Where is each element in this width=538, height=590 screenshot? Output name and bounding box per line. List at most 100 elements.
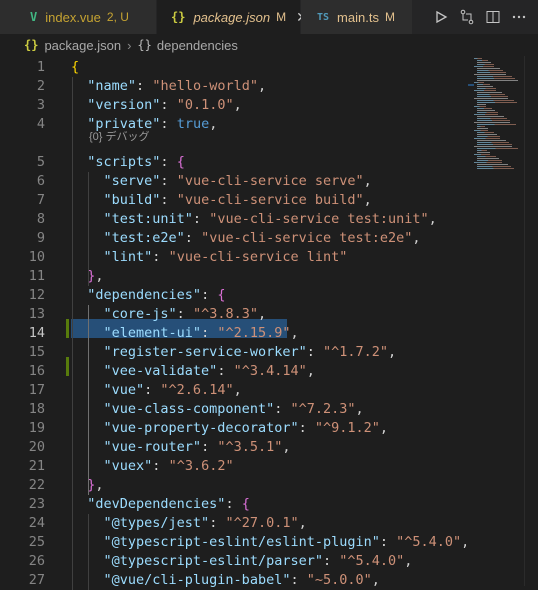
minimap-row — [474, 122, 510, 123]
code-text: "lint": "vue-cli-service lint" — [71, 248, 348, 267]
code-text: "@typescript-eslint/eslint-plugin": "^5.… — [71, 533, 470, 552]
code-line[interactable]: 7 "build": "vue-cli-service build", — [0, 191, 466, 210]
code-line[interactable]: 16 "vee-validate": "^3.4.14", — [0, 362, 466, 381]
code-token: "name" — [87, 78, 137, 94]
code-line[interactable]: 19 "vue-property-decorator": "^9.1.2", — [0, 419, 466, 438]
minimap-row — [477, 96, 508, 97]
code-token: "vue-cli-service build" — [176, 192, 364, 208]
code-token: "@types/jest" — [103, 515, 210, 531]
code-line[interactable]: 15 "register-service-worker": "^1.7.2", — [0, 343, 466, 362]
code-line[interactable]: 5 "scripts": { — [0, 153, 466, 172]
code-line[interactable]: 2 "name": "hello-world", — [0, 77, 466, 96]
code-token: "dependencies" — [87, 287, 202, 303]
code-line[interactable]: 17 "vue": "^2.6.14", — [0, 381, 466, 400]
minimap-row — [474, 130, 488, 131]
code-line[interactable]: 25 "@typescript-eslint/eslint-plugin": "… — [0, 533, 470, 552]
minimap-row — [477, 134, 497, 135]
code-text: "@types/jest": "^27.0.1", — [71, 514, 307, 533]
code-line[interactable]: 6 "serve": "vue-cli-service serve", — [0, 172, 466, 191]
minimap-row — [477, 76, 512, 77]
minimap-row — [477, 152, 490, 153]
minimap-row — [477, 86, 493, 87]
code-token: "scripts" — [87, 154, 161, 170]
line-number: 15 — [28, 344, 45, 360]
line-number: 19 — [28, 420, 45, 436]
code-line[interactable]: 20 "vue-router": "^3.5.1", — [0, 438, 466, 457]
breadcrumb-symbol[interactable]: dependencies — [157, 38, 238, 53]
code-token: : — [184, 230, 202, 246]
line-number: 20 — [28, 439, 45, 455]
breadcrumb-file[interactable]: package.json — [44, 38, 121, 53]
code-token: : — [298, 420, 315, 436]
code-line[interactable]: 14 "element-ui": "^2.15.9", — [0, 324, 466, 343]
line-number: 2 — [36, 78, 45, 94]
code-line[interactable]: 12 "dependencies": { — [0, 286, 466, 305]
code-line[interactable]: 8 "test:unit": "vue-cli-service test:uni… — [0, 210, 466, 229]
code-token: "^5.4.0" — [396, 534, 462, 550]
code-token: "vue-class-component" — [103, 401, 275, 417]
code-text: "vuex": "^3.6.2" — [71, 457, 234, 476]
code-line[interactable]: 3 "version": "0.1.0", — [0, 96, 466, 115]
code-line[interactable]: 23 "devDependencies": { — [0, 495, 466, 514]
minimap-row — [474, 114, 498, 115]
minimap-row — [477, 136, 500, 137]
minimap-row — [477, 108, 492, 109]
code-line[interactable]: 24 "@types/jest": "^27.0.1", — [0, 514, 466, 533]
code-line[interactable]: 18 "vue-class-component": "^7.2.3", — [0, 400, 466, 419]
code-token: : — [152, 458, 169, 474]
tab-main-ts[interactable]: TS main.ts M — [301, 0, 412, 34]
minimap[interactable] — [466, 56, 538, 586]
code-token: , — [306, 363, 315, 379]
line-number: 17 — [28, 382, 45, 398]
code-line[interactable]: 11 }, — [0, 267, 466, 286]
line-number: 5 — [36, 154, 45, 170]
minimap-row — [477, 84, 490, 85]
code-line[interactable]: 4 "private": true, — [0, 115, 466, 134]
code-text: "build": "vue-cli-service build", — [71, 191, 372, 210]
code-token: "vuex" — [103, 458, 153, 474]
line-number: 7 — [36, 192, 45, 208]
split-editor-icon[interactable] — [480, 6, 506, 28]
line-number: 1 — [36, 59, 45, 75]
minimap-row — [477, 88, 496, 89]
code-token: , — [388, 344, 397, 360]
minimap-scrollbar[interactable] — [524, 56, 525, 586]
minimap-row — [477, 164, 508, 165]
code-line[interactable]: 21 "vuex": "^3.6.2" — [0, 457, 466, 476]
code-token: , — [412, 230, 421, 246]
code-token: "register-service-worker" — [103, 344, 307, 360]
code-token: : — [201, 325, 218, 341]
more-actions-icon[interactable] — [506, 6, 532, 28]
minimap-row — [477, 116, 504, 117]
line-number: 8 — [36, 211, 45, 227]
code-token: "^1.7.2" — [322, 344, 389, 360]
code-token: : — [160, 116, 177, 132]
code-token: "vue-router" — [103, 439, 202, 455]
code-token: , — [298, 515, 307, 531]
code-editor[interactable]: {0} デバッグ 1{2 "name": "hello-world", 3 "ve… — [0, 56, 470, 590]
code-line[interactable]: 1{ — [0, 58, 466, 77]
code-line[interactable]: 13 "core-js": "^3.8.3", — [0, 305, 466, 324]
code-line[interactable]: 22 }, — [0, 476, 466, 495]
code-line[interactable]: 26 "@typescript-eslint/parser": "^5.4.0"… — [0, 552, 466, 571]
typescript-file-icon: TS — [317, 11, 330, 23]
minimap-row — [477, 160, 502, 161]
code-token: "^2.15.9" — [217, 325, 291, 341]
code-line[interactable]: 10 "lint": "vue-cli-service lint" — [0, 248, 466, 267]
code-text: "dependencies": { — [71, 286, 225, 305]
tab-index-vue[interactable]: V index.vue 2, U — [0, 0, 156, 34]
code-token: , — [355, 401, 364, 417]
minimap-row — [477, 158, 499, 159]
code-token: "element-ui" — [103, 325, 202, 341]
run-icon[interactable] — [428, 6, 454, 28]
code-token: "vue-cli-service lint" — [168, 249, 348, 265]
code-token: "hello-world" — [152, 78, 258, 94]
tab-package-json[interactable]: {} package.json M ✕ — [157, 0, 308, 34]
code-line[interactable]: 27 "@vue/cli-plugin-babel": "~5.0.0", — [0, 571, 466, 590]
code-line[interactable]: 9 "test:e2e": "vue-cli-service test:e2e"… — [0, 229, 466, 248]
code-token: , — [257, 306, 267, 322]
code-token: , — [233, 382, 242, 398]
source-control-compare-icon[interactable] — [454, 6, 480, 28]
